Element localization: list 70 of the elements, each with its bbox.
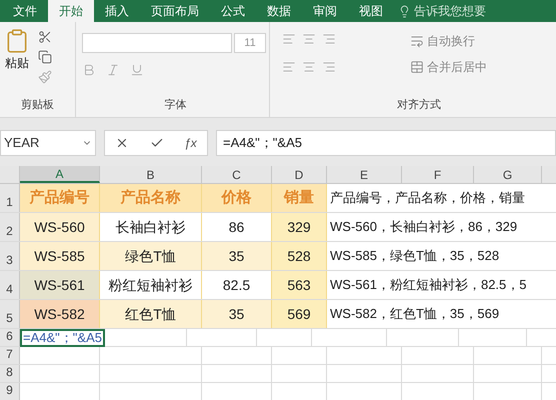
function-icon[interactable]: ƒx xyxy=(184,134,197,152)
table-cell-text: WS-585，绿色T恤，35，528 xyxy=(329,247,500,266)
header-cell: 销量 xyxy=(272,184,327,212)
group-label: 字体 xyxy=(164,98,188,112)
cut-icon[interactable] xyxy=(38,30,52,44)
table-cell-text: 产品编号，产品名称，价格，销量 xyxy=(329,189,526,208)
table-cell: 563 xyxy=(272,271,327,299)
table-cell: 569 xyxy=(272,300,327,328)
column-header[interactable]: E xyxy=(327,166,402,183)
row-header[interactable]: 2 xyxy=(0,213,20,241)
ribbon-tab[interactable]: 视图 xyxy=(348,0,394,22)
row-header[interactable]: 4 xyxy=(0,271,20,299)
column-header[interactable]: C xyxy=(202,166,272,183)
group-label: 对齐方式 xyxy=(396,98,442,112)
italic-icon[interactable] xyxy=(106,63,120,77)
table-cell: 35 xyxy=(202,300,272,328)
table-cell-text: WS-582，红色T恤，35，569 xyxy=(329,305,500,324)
table-cell: WS-560 xyxy=(20,213,100,241)
table-cell: WS-582 xyxy=(20,300,100,328)
tell-me-text[interactable]: 告诉我您想要 xyxy=(414,2,486,20)
ribbon-tab[interactable]: 开始 xyxy=(48,0,94,22)
align-right-icon[interactable] xyxy=(322,32,336,46)
table-cell: 红色T恤 xyxy=(100,300,202,328)
align-center-icon[interactable] xyxy=(302,32,316,46)
table-cell-text: WS-561，粉红短袖衬衫，82.5，5 xyxy=(329,276,528,294)
align-left-icon[interactable] xyxy=(282,32,296,46)
align-right-icon[interactable] xyxy=(322,60,336,74)
row-header[interactable]: 8 xyxy=(0,365,20,382)
column-header[interactable]: F xyxy=(402,166,474,183)
ribbon-tab[interactable]: 公式 xyxy=(210,0,256,22)
table-cell-text: WS-560，长袖白衬衫，86，329 xyxy=(329,218,518,236)
table-cell: 528 xyxy=(272,242,327,270)
ribbon-tab[interactable]: 审阅 xyxy=(302,0,348,22)
group-label: 剪贴板 xyxy=(20,98,55,112)
ribbon-tab[interactable]: 文件 xyxy=(2,0,48,22)
table-cell: 35 xyxy=(202,242,272,270)
row-header[interactable]: 7 xyxy=(0,347,20,364)
copy-icon[interactable] xyxy=(38,50,52,64)
ribbon-tab[interactable]: 插入 xyxy=(94,0,140,22)
cell-editor-field[interactable]: =A4&"；"&A5 xyxy=(20,329,105,347)
table-cell: 329 xyxy=(272,213,327,241)
row-header[interactable]: 3 xyxy=(0,242,20,270)
table-cell: WS-585 xyxy=(20,242,100,270)
underline-icon[interactable] xyxy=(130,63,144,77)
table-cell: WS-561 xyxy=(20,271,100,299)
column-header[interactable]: A xyxy=(20,166,100,183)
lightbulb-icon xyxy=(398,4,411,18)
row-header[interactable]: 5 xyxy=(0,300,20,328)
align-center-icon[interactable] xyxy=(302,60,316,74)
ribbon-tab[interactable]: 数据 xyxy=(256,0,302,22)
column-header[interactable]: D xyxy=(272,166,327,183)
row-header[interactable]: 9 xyxy=(0,383,20,400)
name-box[interactable]: YEAR xyxy=(0,130,96,156)
row-header[interactable]: 6 xyxy=(0,329,20,346)
column-header[interactable]: G xyxy=(474,166,542,183)
header-cell: 产品名称 xyxy=(100,184,202,212)
paste-button[interactable]: 粘贴 xyxy=(4,28,30,96)
column-header[interactable]: B xyxy=(100,166,202,183)
align-left-icon[interactable] xyxy=(282,60,296,74)
header-cell: 价格 xyxy=(202,184,272,212)
bold-icon[interactable] xyxy=(82,63,96,77)
wrap-text-icon xyxy=(410,34,424,48)
paintbrush-icon[interactable] xyxy=(38,70,52,84)
font-name-field[interactable] xyxy=(82,33,232,53)
formula-field[interactable]: =A4&"；"&A5 xyxy=(216,130,556,156)
merge-cells-icon xyxy=(410,60,424,74)
ribbon-tab[interactable]: 页面布局 xyxy=(140,0,210,22)
header-cell: 产品编号 xyxy=(20,184,100,212)
table-cell: 绿色T恤 xyxy=(100,242,202,270)
row-header[interactable]: 1 xyxy=(0,184,20,212)
